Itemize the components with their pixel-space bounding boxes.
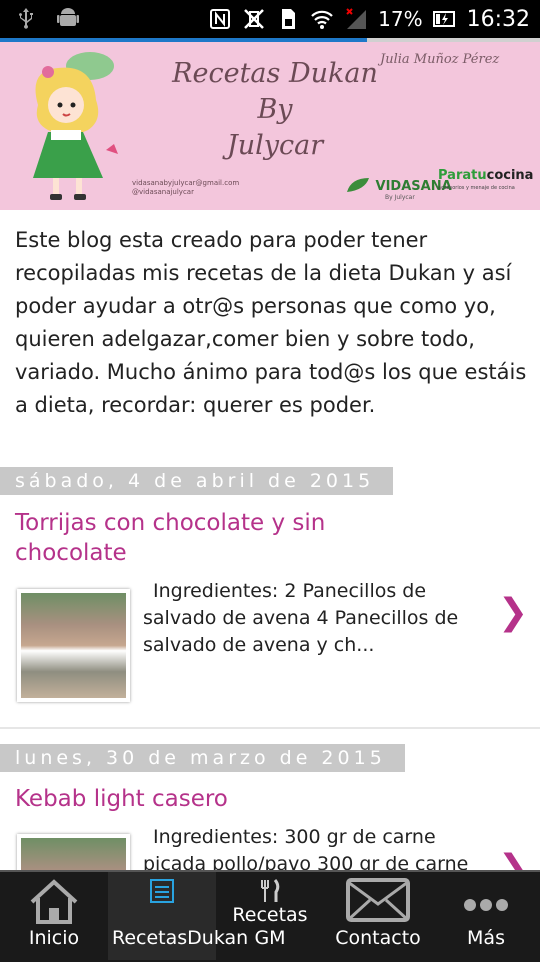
post-date: sábado, 4 de abril de 2015 xyxy=(0,467,393,495)
post-date: lunes, 30 de marzo de 2015 xyxy=(0,744,405,772)
nav-item-mas[interactable]: Más xyxy=(432,872,540,960)
nfc-icon xyxy=(210,9,231,29)
blog-description: Este blog esta creado para poder tener r… xyxy=(15,228,527,417)
home-icon xyxy=(30,879,78,924)
nav-label: Contacto xyxy=(335,927,421,949)
menu-icon xyxy=(150,879,174,903)
sim-icon xyxy=(282,9,296,29)
post-thumbnail[interactable] xyxy=(17,589,130,702)
nav-item-contacto[interactable]: Contacto xyxy=(324,872,432,960)
fork-knife-icon xyxy=(261,879,280,902)
wifi-icon xyxy=(311,10,333,29)
banner-contact: vidasanabyjulycar@gmail.com @vidasanajul… xyxy=(132,179,240,196)
bottom-navigation: Inicio RecetasDukan Recetas GM Contacto … xyxy=(0,870,540,962)
post-snippet: Ingredientes: 2 Panecillos de salvado de… xyxy=(143,580,459,656)
vidasana-logo: VIDASANA By Julycar xyxy=(345,176,452,201)
clock: 16:32 xyxy=(466,6,530,32)
blog-header-banner[interactable]: Recetas Dukan By Julycar Julia Muñoz Pér… xyxy=(0,42,540,210)
post-title-link[interactable]: Kebab light casero xyxy=(15,784,415,814)
nav-label: Inicio xyxy=(28,927,80,949)
paratucocina-logo: Paratucocina accesorios y menaje de coci… xyxy=(438,168,534,191)
nav-label: RecetasDukan xyxy=(112,927,249,949)
battery-icon xyxy=(432,11,455,27)
divider xyxy=(0,727,540,729)
more-icon xyxy=(464,899,508,911)
banner-author: Julia Muñoz Pérez xyxy=(380,52,500,67)
nav-item-inicio[interactable]: Inicio xyxy=(0,872,108,960)
nav-item-recetas-gm[interactable]: Recetas GM xyxy=(216,872,324,960)
battery-percent: 17% xyxy=(378,7,423,31)
android-icon xyxy=(57,8,79,26)
usb-icon xyxy=(19,8,33,29)
signal-icon xyxy=(346,8,367,29)
doll-illustration-icon xyxy=(33,52,118,200)
post-title-link[interactable]: Torrijas con chocolate y sin chocolate xyxy=(15,508,415,568)
vibrate-off-icon xyxy=(244,9,265,29)
nav-label: Más xyxy=(467,927,505,949)
chevron-right-icon[interactable]: ❯ xyxy=(498,592,528,633)
nav-item-recetasdukan[interactable]: RecetasDukan xyxy=(108,872,249,960)
envelope-icon xyxy=(346,878,410,922)
leaf-icon xyxy=(347,178,369,192)
banner-title: Recetas Dukan By Julycar xyxy=(172,58,378,161)
nav-label: Recetas GM xyxy=(232,904,308,949)
status-bar: 17% 16:32 xyxy=(0,0,540,38)
